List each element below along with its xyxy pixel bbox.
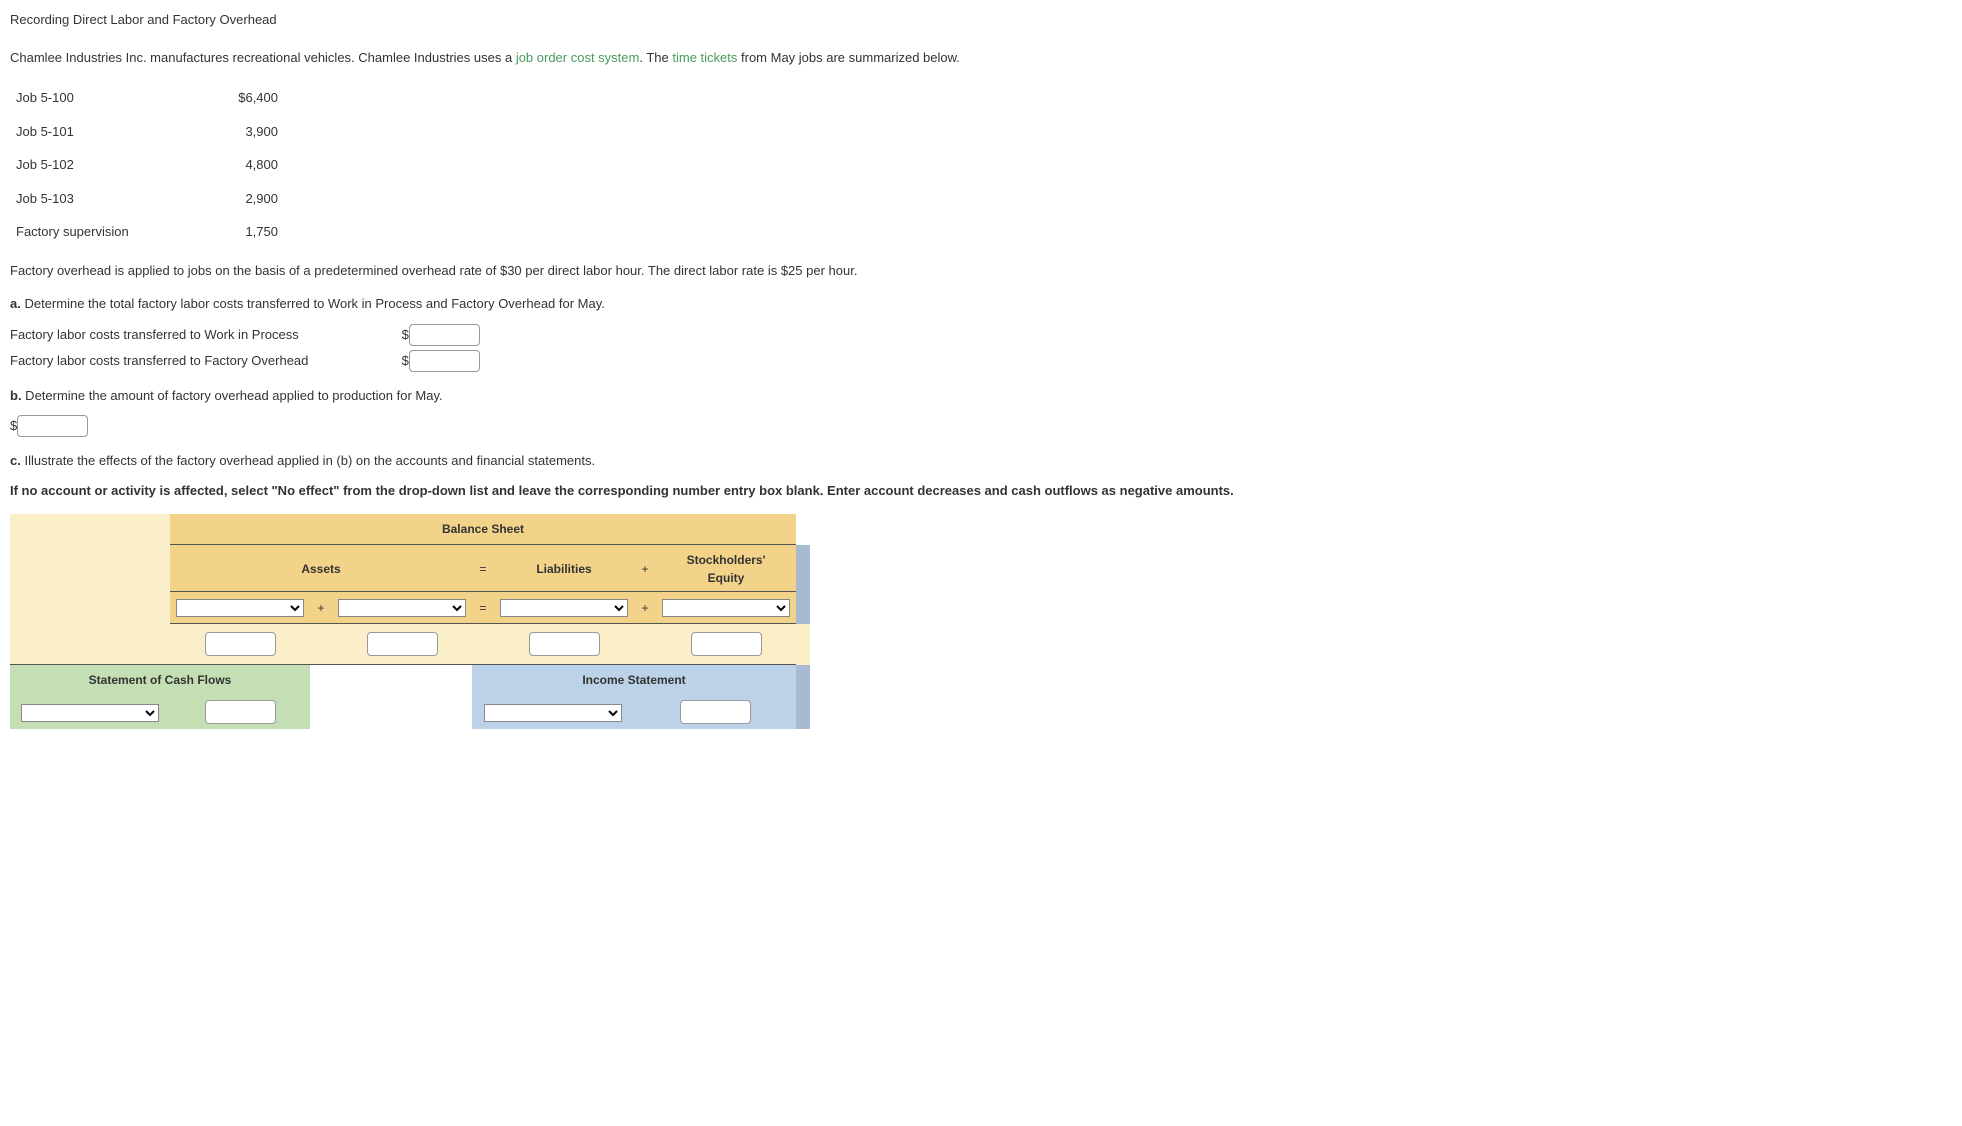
instruction-bold: If no account or activity is affected, s… <box>10 481 1952 501</box>
question-b: b. Determine the amount of factory overh… <box>10 386 1952 406</box>
se-header: Stockholders'Equity <box>687 553 766 585</box>
plus-sign: + <box>634 592 656 624</box>
wip-input[interactable] <box>409 324 480 346</box>
liability-input[interactable] <box>529 632 600 656</box>
question-a: a. Determine the total factory labor cos… <box>10 294 1952 314</box>
spacer <box>10 624 170 665</box>
asset1-input[interactable] <box>205 632 276 656</box>
job-name: Job 5-102 <box>10 148 222 182</box>
shadow <box>796 624 810 665</box>
jobs-table: Job 5-100$6,400 Job 5-1013,900 Job 5-102… <box>10 81 284 249</box>
intro-text-1: Chamlee Industries Inc. manufactures rec… <box>10 50 516 65</box>
plus-sign: + <box>310 592 332 624</box>
shadow <box>796 695 810 729</box>
table-row: Job 5-1013,900 <box>10 115 284 149</box>
side-paren-decor: ) <box>0 302 1 332</box>
equity-select[interactable] <box>662 599 790 617</box>
table-row: Job 5-1024,800 <box>10 148 284 182</box>
qa-label: a. <box>10 296 21 311</box>
job-amount: 2,900 <box>222 182 284 216</box>
foh-input[interactable] <box>409 350 480 372</box>
qc-text: Illustrate the effects of the factory ov… <box>21 453 595 468</box>
shadow <box>796 665 810 696</box>
is-input[interactable] <box>680 700 751 724</box>
qa-row1-label: Factory labor costs transferred to Work … <box>10 325 398 345</box>
spacer <box>10 592 170 624</box>
dollar-sign: $ <box>402 353 409 368</box>
liability-select[interactable] <box>500 599 628 617</box>
job-name: Job 5-103 <box>10 182 222 216</box>
asset2-select[interactable] <box>338 599 466 617</box>
job-amount: 3,900 <box>222 115 284 149</box>
job-amount: 1,750 <box>222 215 284 249</box>
table-row: Job 5-1032,900 <box>10 182 284 216</box>
spacer <box>10 545 170 592</box>
effects-table: Balance Sheet Assets = Liabilities + Sto… <box>10 514 810 729</box>
equals-sign: = <box>472 592 494 624</box>
dollar-sign: $ <box>10 418 17 433</box>
qb-input-row: $ <box>10 415 1952 437</box>
foh-applied-input[interactable] <box>17 415 88 437</box>
effects-table-wrap: Balance Sheet Assets = Liabilities + Sto… <box>10 514 1952 729</box>
scf-header: Statement of Cash Flows <box>10 665 310 696</box>
job-amount: 4,800 <box>222 148 284 182</box>
spacer <box>10 514 170 545</box>
job-name: Factory supervision <box>10 215 222 249</box>
is-select[interactable] <box>484 704 622 722</box>
table-row: Job 5-100$6,400 <box>10 81 284 115</box>
intro-text-2: . The <box>639 50 672 65</box>
qb-text: Determine the amount of factory overhead… <box>22 388 443 403</box>
intro-text-3: from May jobs are summarized below. <box>737 50 960 65</box>
page-title: Recording Direct Labor and Factory Overh… <box>10 10 1952 30</box>
liabilities-header: Liabilities <box>536 562 591 576</box>
scf-input[interactable] <box>205 700 276 724</box>
qa-text: Determine the total factory labor costs … <box>21 296 605 311</box>
shadow <box>796 592 810 624</box>
table-row: Factory supervision1,750 <box>10 215 284 249</box>
is-header: Income Statement <box>472 665 796 696</box>
qc-label: c. <box>10 453 21 468</box>
term-job-order-cost-system[interactable]: job order cost system <box>516 50 640 65</box>
term-time-tickets[interactable]: time tickets <box>672 50 737 65</box>
asset1-select[interactable] <box>176 599 304 617</box>
dollar-sign: $ <box>402 327 409 342</box>
intro-paragraph: Chamlee Industries Inc. manufactures rec… <box>10 48 1952 68</box>
question-c: c. Illustrate the effects of the factory… <box>10 451 1952 471</box>
job-name: Job 5-100 <box>10 81 222 115</box>
qa-row-1: Factory labor costs transferred to Work … <box>10 324 1952 346</box>
plus-sign: + <box>634 545 656 592</box>
balance-sheet-header: Balance Sheet <box>170 514 796 545</box>
scf-select[interactable] <box>21 704 159 722</box>
rate-paragraph: Factory overhead is applied to jobs on t… <box>10 261 1952 281</box>
asset2-input[interactable] <box>367 632 438 656</box>
shadow <box>796 545 810 592</box>
job-amount: $6,400 <box>222 81 284 115</box>
job-name: Job 5-101 <box>10 115 222 149</box>
qa-row2-label: Factory labor costs transferred to Facto… <box>10 351 398 371</box>
qb-label: b. <box>10 388 22 403</box>
assets-header: Assets <box>301 562 340 576</box>
equals-sign: = <box>472 545 494 592</box>
equity-input[interactable] <box>691 632 762 656</box>
qa-row-2: Factory labor costs transferred to Facto… <box>10 350 1952 372</box>
